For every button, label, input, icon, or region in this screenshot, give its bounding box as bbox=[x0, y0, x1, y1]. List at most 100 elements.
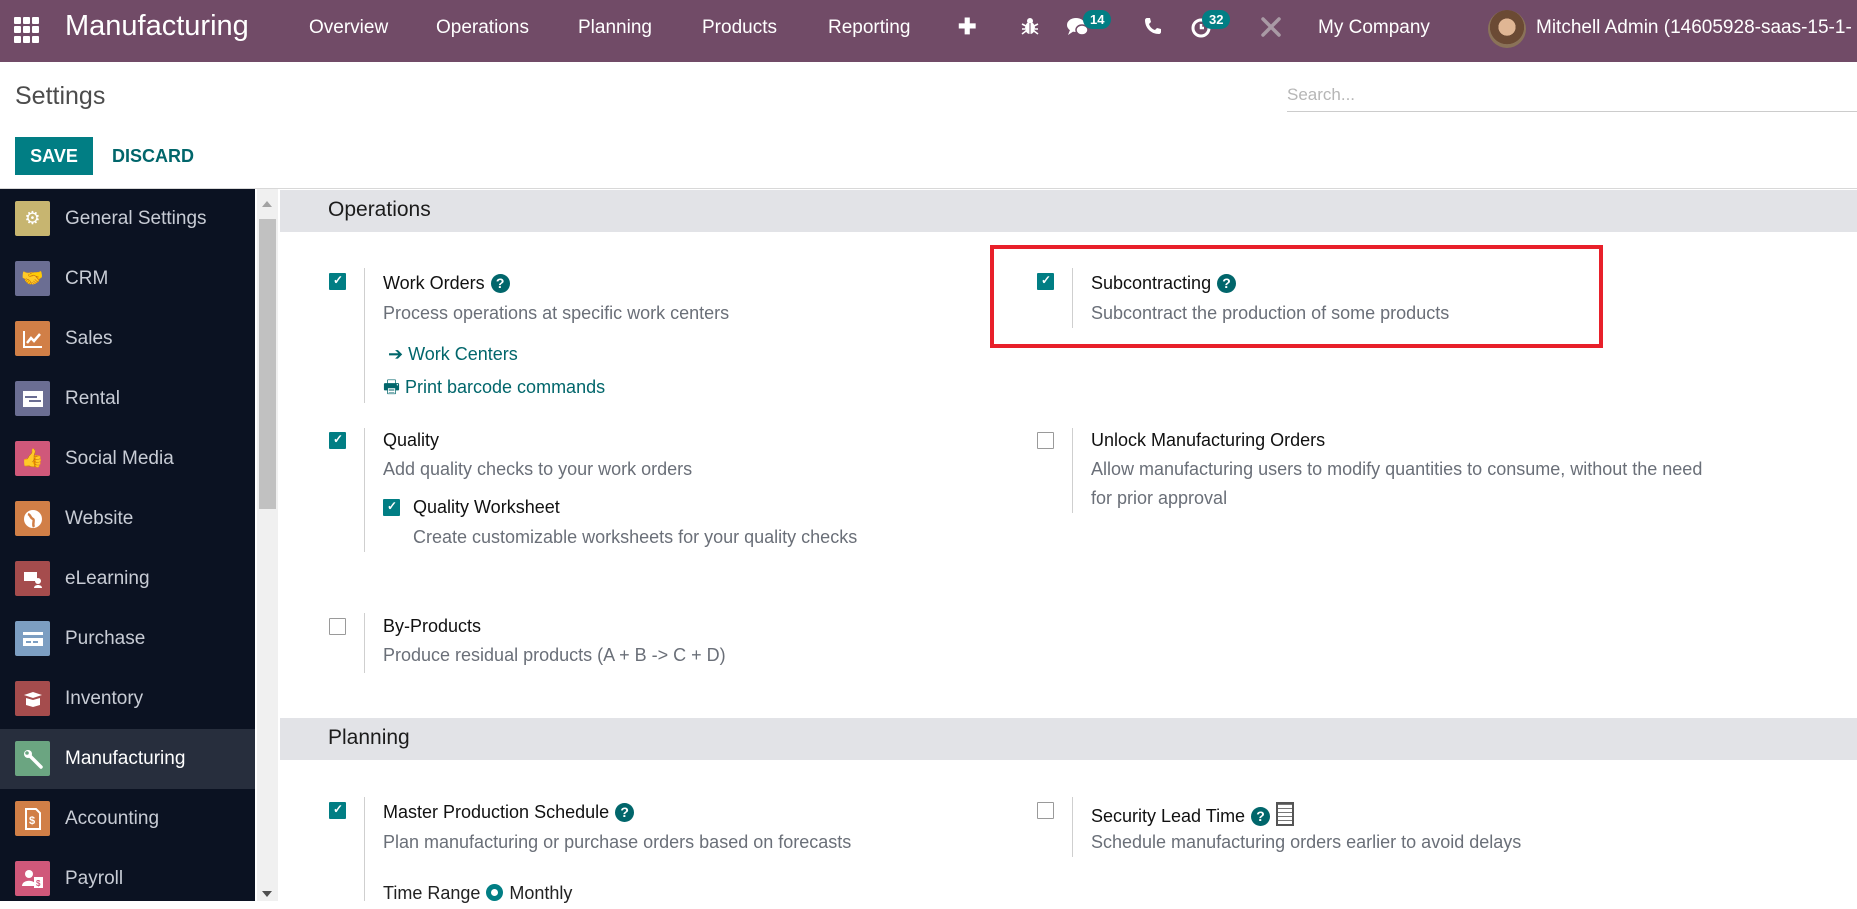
work-orders-title: Work Orders bbox=[383, 273, 485, 293]
setting-description: Produce residual products (A + B -> C + … bbox=[383, 645, 726, 665]
subcontracting-title: Subcontracting bbox=[1091, 273, 1212, 293]
sidebar-item-crm[interactable]: 🤝 CRM bbox=[0, 249, 255, 309]
by-products-checkbox[interactable] bbox=[329, 618, 346, 635]
settings-sidebar: ⚙ General Settings 🤝 CRM Sales Rental 👍 … bbox=[0, 189, 255, 901]
sidebar-item-purchase[interactable]: Purchase bbox=[0, 609, 255, 669]
security-lead-time-title: Security Lead Time bbox=[1091, 806, 1246, 826]
sidebar-item-label: Inventory bbox=[65, 688, 144, 709]
subcontracting-checkbox[interactable] bbox=[1037, 273, 1054, 290]
box-icon bbox=[15, 681, 50, 716]
by-products-title: By-Products bbox=[383, 616, 482, 636]
time-range-value: Monthly bbox=[509, 883, 573, 903]
section-header-operations: Operations bbox=[280, 190, 1857, 232]
invoice-icon: $ bbox=[15, 801, 50, 836]
sidebar-item-sales[interactable]: Sales bbox=[0, 309, 255, 369]
unlock-mo-checkbox[interactable] bbox=[1037, 432, 1054, 449]
user-menu[interactable]: Mitchell Admin (14605928-saas-15-1- bbox=[1536, 17, 1852, 39]
search-input[interactable] bbox=[1287, 78, 1857, 112]
sidebar-item-label: Manufacturing bbox=[65, 748, 186, 769]
sidebar-item-accounting[interactable]: $ Accounting bbox=[0, 789, 255, 849]
sidebar-item-label: Payroll bbox=[65, 868, 124, 889]
save-button[interactable]: SAVE bbox=[15, 137, 93, 175]
section-header-planning: Planning bbox=[280, 718, 1857, 760]
help-icon[interactable]: ? bbox=[1251, 807, 1271, 826]
setting-divider bbox=[364, 268, 365, 403]
sidebar-item-website[interactable]: Website bbox=[0, 489, 255, 549]
time-range-monthly-radio[interactable] bbox=[486, 884, 504, 901]
print-barcode-link-label: Print barcode commands bbox=[405, 377, 606, 397]
sidebar-item-label: Accounting bbox=[65, 808, 160, 829]
sidebar-item-manufacturing[interactable]: Manufacturing bbox=[0, 729, 255, 789]
highlight-box bbox=[990, 245, 1603, 348]
presentation-icon bbox=[15, 561, 50, 596]
thumbs-up-icon: 👍 bbox=[15, 441, 50, 476]
quality-worksheet-checkbox[interactable] bbox=[383, 499, 400, 516]
help-icon[interactable]: ? bbox=[615, 803, 635, 822]
security-lead-time-checkbox[interactable] bbox=[1037, 802, 1054, 819]
scroll-down-arrow-icon[interactable] bbox=[262, 891, 272, 897]
calendar-table-icon bbox=[15, 381, 50, 416]
sidebar-item-payroll[interactable]: $ Payroll bbox=[0, 849, 255, 909]
scroll-up-arrow-icon[interactable] bbox=[262, 201, 272, 207]
nav-planning[interactable]: Planning bbox=[578, 17, 652, 39]
arrow-right-icon: ➔ bbox=[388, 344, 409, 364]
sidebar-item-label: Social Media bbox=[65, 448, 174, 469]
sidebar-item-label: CRM bbox=[65, 268, 109, 289]
building-icon bbox=[1276, 802, 1295, 826]
setting-divider bbox=[364, 613, 365, 673]
handshake-icon: 🤝 bbox=[15, 261, 50, 296]
bug-icon[interactable] bbox=[1020, 16, 1040, 42]
setting-title: Work Orders? bbox=[383, 273, 510, 294]
setting-description: Allow manufacturing users to modify quan… bbox=[1091, 459, 1703, 508]
nav-overview[interactable]: Overview bbox=[309, 17, 388, 39]
unlock-mo-title: Unlock Manufacturing Orders bbox=[1091, 430, 1326, 450]
activities-count-badge: 32 bbox=[1202, 10, 1231, 29]
sidebar-item-elearning[interactable]: eLearning bbox=[0, 549, 255, 609]
credit-card-icon bbox=[15, 621, 50, 656]
quality-title: Quality bbox=[383, 430, 440, 450]
quality-worksheet-description: Create customizable worksheets for your … bbox=[413, 527, 858, 547]
app-brand[interactable]: Manufacturing bbox=[65, 10, 249, 43]
sidebar-item-rental[interactable]: Rental bbox=[0, 369, 255, 429]
sidebar-scrollbar[interactable] bbox=[257, 189, 278, 901]
time-range-label: Time Range bbox=[383, 883, 481, 903]
nav-operations[interactable]: Operations bbox=[436, 17, 529, 39]
help-icon[interactable]: ? bbox=[1217, 274, 1237, 293]
user-avatar[interactable] bbox=[1488, 10, 1526, 48]
nav-reporting[interactable]: Reporting bbox=[828, 17, 910, 39]
setting-description: Process operations at specific work cent… bbox=[383, 303, 730, 323]
company-switcher[interactable]: My Company bbox=[1318, 17, 1430, 39]
setting-divider bbox=[1072, 428, 1073, 513]
setting-description: Plan manufacturing or purchase orders ba… bbox=[383, 832, 852, 852]
plus-icon[interactable]: ✚ bbox=[958, 14, 976, 40]
discard-button[interactable]: DISCARD bbox=[104, 137, 202, 175]
printer-icon: 🖶 bbox=[383, 377, 405, 397]
mps-title: Master Production Schedule bbox=[383, 802, 610, 822]
sidebar-item-label: Rental bbox=[65, 388, 120, 409]
page-title: Settings bbox=[15, 82, 106, 110]
mps-checkbox[interactable] bbox=[329, 802, 346, 819]
setting-divider bbox=[364, 797, 365, 901]
nav-products[interactable]: Products bbox=[702, 17, 777, 39]
chart-line-icon bbox=[15, 321, 50, 356]
messages-count-badge: 14 bbox=[1083, 10, 1112, 29]
sidebar-item-label: eLearning bbox=[65, 568, 150, 589]
work-centers-link[interactable]: ➔ Work Centers bbox=[388, 344, 518, 365]
tools-icon[interactable] bbox=[1260, 16, 1282, 44]
scroll-thumb[interactable] bbox=[259, 219, 276, 509]
quality-worksheet-title: Quality Worksheet bbox=[413, 497, 560, 517]
sidebar-item-general-settings[interactable]: ⚙ General Settings bbox=[0, 189, 255, 249]
globe-icon bbox=[15, 501, 50, 536]
sidebar-item-inventory[interactable]: Inventory bbox=[0, 669, 255, 729]
setting-description: Subcontract the production of some produ… bbox=[1091, 303, 1450, 323]
quality-checkbox[interactable] bbox=[329, 432, 346, 449]
phone-icon[interactable] bbox=[1143, 16, 1163, 42]
sidebar-item-social-media[interactable]: 👍 Social Media bbox=[0, 429, 255, 489]
work-orders-checkbox[interactable] bbox=[329, 273, 346, 290]
apps-grid-icon[interactable] bbox=[14, 17, 40, 43]
sidebar-item-label: Sales bbox=[65, 328, 113, 349]
setting-title: Subcontracting? bbox=[1091, 273, 1237, 294]
help-icon[interactable]: ? bbox=[490, 274, 510, 293]
top-navbar: Manufacturing Overview Operations Planni… bbox=[0, 0, 1857, 62]
print-barcode-link[interactable]: 🖶 Print barcode commands bbox=[383, 375, 605, 405]
